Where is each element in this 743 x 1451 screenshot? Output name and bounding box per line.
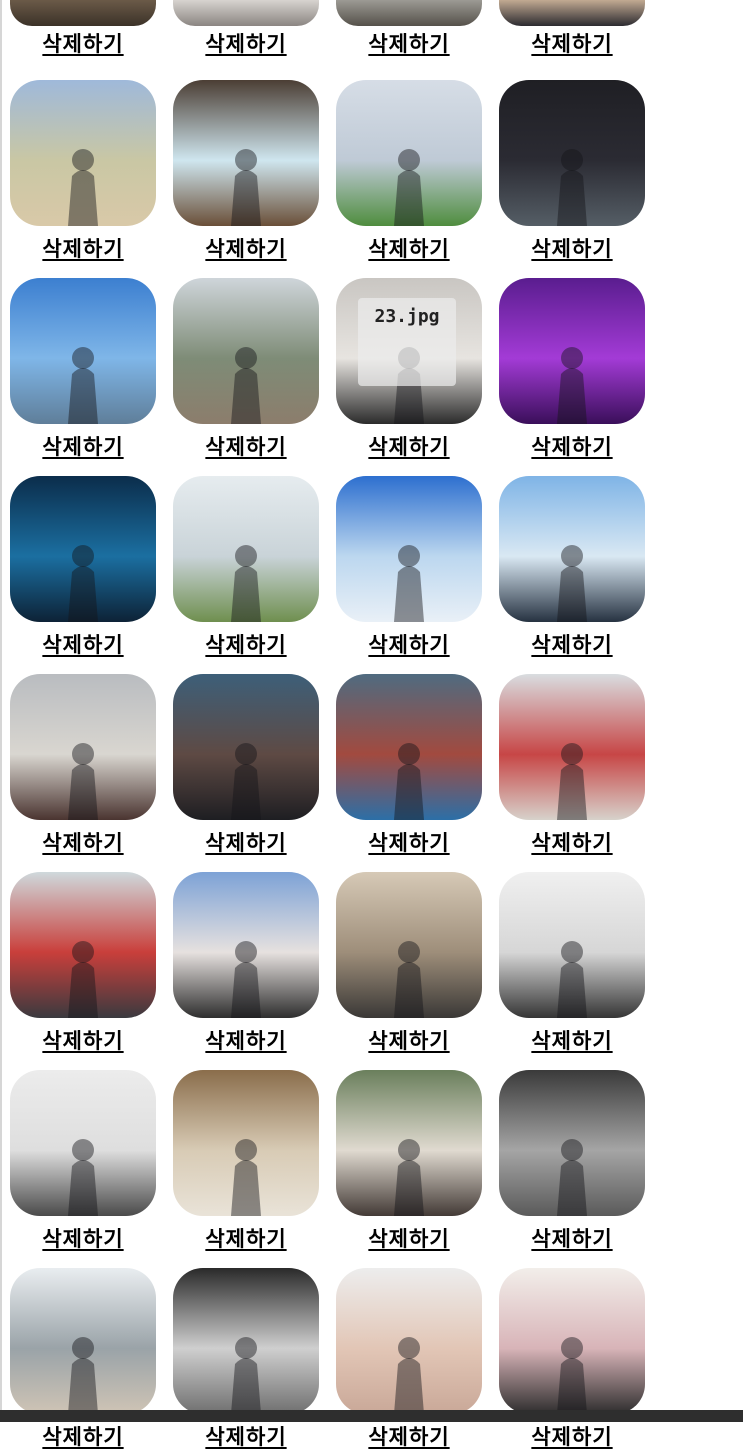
photo-content (557, 1337, 587, 1414)
navigation-bar (0, 1410, 743, 1422)
photo-content (10, 0, 156, 26)
photo-thumbnail[interactable] (10, 80, 156, 226)
photo-content (231, 545, 261, 622)
photo-content (394, 941, 424, 1018)
delete-button[interactable]: 삭제하기 (499, 1025, 645, 1055)
delete-button[interactable]: 삭제하기 (10, 827, 156, 857)
photo-content (394, 1139, 424, 1216)
photo-thumbnail[interactable] (173, 0, 319, 26)
delete-button[interactable]: 삭제하기 (10, 28, 156, 58)
delete-button[interactable]: 삭제하기 (336, 1223, 482, 1253)
delete-button[interactable]: 삭제하기 (499, 233, 645, 263)
photo-thumbnail[interactable] (499, 872, 645, 1018)
delete-button[interactable]: 삭제하기 (173, 1421, 319, 1451)
delete-button[interactable]: 삭제하기 (10, 1025, 156, 1055)
photo-thumbnail[interactable] (336, 0, 482, 26)
delete-button[interactable]: 삭제하기 (173, 1223, 319, 1253)
photo-thumbnail[interactable] (10, 872, 156, 1018)
photo-content (231, 1139, 261, 1216)
photo-content (557, 347, 587, 424)
photo-content (231, 149, 261, 226)
delete-button[interactable]: 삭제하기 (499, 1223, 645, 1253)
photo-content (557, 149, 587, 226)
delete-button[interactable]: 삭제하기 (336, 827, 482, 857)
photo-thumbnail[interactable] (336, 80, 482, 226)
filename-tooltip: 23.jpg (358, 298, 456, 386)
photo-content (394, 545, 424, 622)
photo-content (68, 941, 98, 1018)
photo-thumbnail[interactable] (173, 278, 319, 424)
delete-button[interactable]: 삭제하기 (173, 28, 319, 58)
delete-button[interactable]: 삭제하기 (173, 233, 319, 263)
photo-thumbnail[interactable] (499, 278, 645, 424)
photo-thumbnail[interactable] (336, 476, 482, 622)
delete-button[interactable]: 삭제하기 (336, 629, 482, 659)
photo-thumbnail[interactable] (336, 872, 482, 1018)
photo-thumbnail[interactable] (10, 278, 156, 424)
delete-button[interactable]: 삭제하기 (336, 431, 482, 461)
photo-content (557, 743, 587, 820)
delete-button[interactable]: 삭제하기 (336, 28, 482, 58)
delete-button[interactable]: 삭제하기 (10, 233, 156, 263)
photo-thumbnail[interactable] (10, 476, 156, 622)
photo-content (394, 149, 424, 226)
photo-thumbnail[interactable] (336, 674, 482, 820)
delete-button[interactable]: 삭제하기 (336, 1025, 482, 1055)
photo-thumbnail[interactable] (10, 1268, 156, 1414)
delete-button[interactable]: 삭제하기 (173, 629, 319, 659)
photo-content (231, 941, 261, 1018)
photo-thumbnail[interactable] (10, 0, 156, 26)
photo-thumbnail[interactable] (499, 0, 645, 26)
photo-content (68, 545, 98, 622)
photo-thumbnail[interactable] (336, 1070, 482, 1216)
photo-content (68, 347, 98, 424)
photo-content (173, 0, 319, 26)
photo-thumbnail[interactable] (173, 80, 319, 226)
photo-thumbnail[interactable] (173, 1268, 319, 1414)
photo-thumbnail[interactable] (499, 1268, 645, 1414)
photo-thumbnail[interactable] (10, 674, 156, 820)
photo-content (231, 347, 261, 424)
delete-button[interactable]: 삭제하기 (10, 431, 156, 461)
photo-content (336, 0, 482, 26)
photo-content (231, 743, 261, 820)
photo-grid: 삭제하기 삭제하기 삭제하기 삭제하기 삭제하기 삭제하기 삭제하기 삭제하기 삭제하기 삭제하기… (0, 0, 743, 1449)
photo-thumbnail[interactable] (499, 1070, 645, 1216)
photo-content (394, 743, 424, 820)
photo-thumbnail[interactable] (499, 80, 645, 226)
photo-content (557, 941, 587, 1018)
photo-content (68, 149, 98, 226)
delete-button[interactable]: 삭제하기 (10, 629, 156, 659)
photo-thumbnail[interactable] (499, 476, 645, 622)
delete-button[interactable]: 삭제하기 (173, 827, 319, 857)
photo-content (68, 743, 98, 820)
delete-button[interactable]: 삭제하기 (336, 233, 482, 263)
photo-thumbnail[interactable] (173, 476, 319, 622)
photo-content (557, 545, 587, 622)
photo-thumbnail[interactable] (499, 674, 645, 820)
delete-button[interactable]: 삭제하기 (336, 1421, 482, 1451)
photo-thumbnail[interactable] (173, 1070, 319, 1216)
photo-content (231, 1337, 261, 1414)
photo-thumbnail[interactable] (336, 1268, 482, 1414)
delete-button[interactable]: 삭제하기 (499, 827, 645, 857)
photo-thumbnail[interactable] (173, 674, 319, 820)
delete-button[interactable]: 삭제하기 (499, 431, 645, 461)
photo-thumbnail[interactable] (10, 1070, 156, 1216)
delete-button[interactable]: 삭제하기 (173, 1025, 319, 1055)
delete-button[interactable]: 삭제하기 (10, 1223, 156, 1253)
delete-button[interactable]: 삭제하기 (499, 629, 645, 659)
photo-content (68, 1337, 98, 1414)
delete-button[interactable]: 삭제하기 (10, 1421, 156, 1451)
photo-content (557, 1139, 587, 1216)
photo-content (394, 1337, 424, 1414)
photo-content (68, 1139, 98, 1216)
delete-button[interactable]: 삭제하기 (499, 28, 645, 58)
delete-button[interactable]: 삭제하기 (173, 431, 319, 461)
photo-thumbnail[interactable] (173, 872, 319, 1018)
photo-content (499, 0, 645, 26)
delete-button[interactable]: 삭제하기 (499, 1421, 645, 1451)
